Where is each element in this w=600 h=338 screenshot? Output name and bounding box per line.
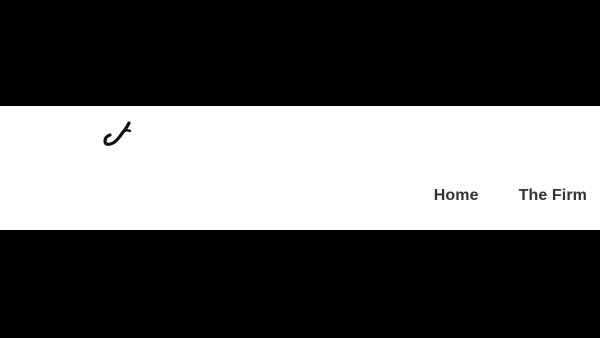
letterbox-top bbox=[0, 0, 600, 106]
letterbox-bottom bbox=[0, 230, 600, 338]
hook-logo-icon bbox=[98, 118, 138, 158]
nav-link-home[interactable]: Home bbox=[434, 185, 479, 207]
nav-link-the-firm[interactable]: The Firm bbox=[519, 185, 587, 207]
main-nav: Home The Firm bbox=[434, 185, 587, 207]
site-header: Home The Firm bbox=[0, 106, 600, 230]
site-logo[interactable] bbox=[98, 118, 138, 158]
